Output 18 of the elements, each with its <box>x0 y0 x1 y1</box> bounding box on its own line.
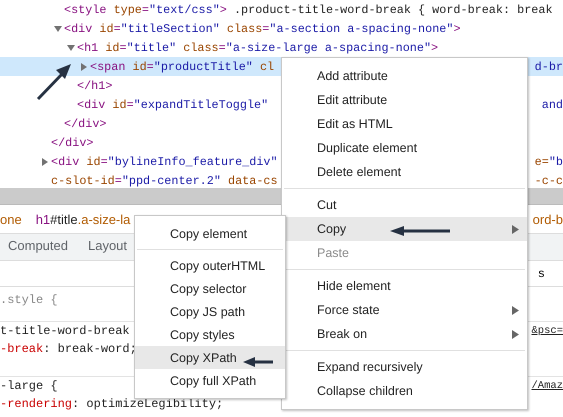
code-fragment: -c-c <box>534 174 563 188</box>
css-line: t-title-word-break <box>0 324 130 338</box>
closing-tag-line: </h1> <box>77 78 112 92</box>
code-fragment: e="b <box>534 154 563 168</box>
code-fragment: s <box>538 266 545 280</box>
html-tag-line: c-slot-id="ppd-center.2" data-cs <box>51 174 278 188</box>
html-tag-line: <div id="bylineInfo_feature_div" <box>51 154 278 168</box>
closing-tag-line: </div> <box>64 116 106 130</box>
html-tag-line: <span id="productTitle" cl <box>90 60 274 74</box>
closing-tag-line: </div> <box>51 136 94 150</box>
html-tag-line: <style type="text/css"> .product-title-word-break { word-break: break <box>64 2 553 16</box>
html-tag-line: <h1 id="title" class="a-size-large a-spacing-none"> <box>77 40 438 54</box>
css-line: -break: break-word; <box>0 342 137 356</box>
css-line: -rendering: optimizeLegibility; <box>0 397 224 411</box>
css-line: .style { <box>0 293 58 307</box>
code-fragment: d-br <box>534 60 563 74</box>
css-line: -large { <box>0 379 58 393</box>
html-tag-line: <div id="titleSection" class="a-section a-spacing-none"> <box>64 22 461 36</box>
